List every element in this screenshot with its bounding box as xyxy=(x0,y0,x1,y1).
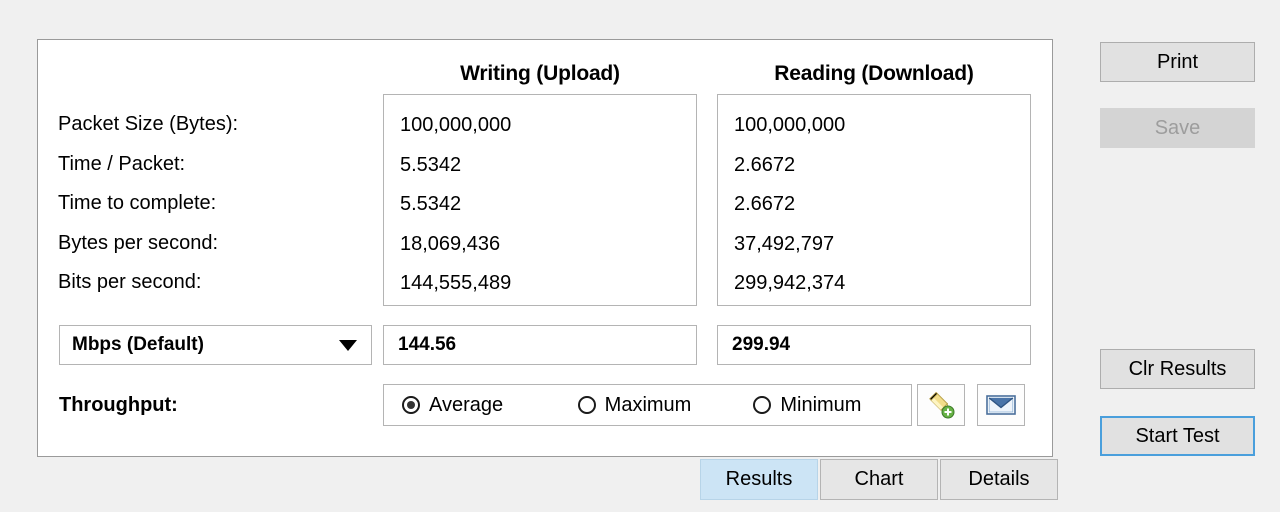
tab-details[interactable]: Details xyxy=(940,459,1058,500)
unit-select-label: Mbps (Default) xyxy=(72,334,204,355)
radio-average[interactable]: Average xyxy=(384,385,560,425)
metric-label: Time / Packet: xyxy=(58,152,186,175)
throughput-label: Throughput: xyxy=(59,394,178,416)
metric-label: Time to complete: xyxy=(58,192,217,214)
envelope-icon xyxy=(986,395,1016,415)
reading-value: 2.6672 xyxy=(734,153,796,176)
reading-value: 2.6672 xyxy=(734,193,796,215)
clear-results-button[interactable]: Clr Results xyxy=(1100,349,1255,389)
reading-value: 299,942,374 xyxy=(734,272,846,294)
reading-summary-value: 299.94 xyxy=(717,325,1031,365)
writing-summary-value: 144.56 xyxy=(383,325,697,365)
writing-value: 144,555,489 xyxy=(400,272,512,294)
chevron-down-icon xyxy=(339,339,357,351)
metric-label: Bytes per second: xyxy=(58,231,219,254)
writing-value: 18,069,436 xyxy=(400,232,501,255)
print-button[interactable]: Print xyxy=(1100,42,1255,82)
metric-label-column: Packet Size (Bytes): Time / Packet: Time… xyxy=(58,105,378,303)
writing-values-box: 100,000,000 5.5342 5.5342 18,069,436 144… xyxy=(383,94,697,306)
column-header-writing: Writing (Upload) xyxy=(460,62,620,85)
reading-values-box: 100,000,000 2.6672 2.6672 37,492,797 299… xyxy=(717,94,1031,306)
throughput-radio-group: Average Maximum Minimum xyxy=(383,384,912,426)
tab-results[interactable]: Results xyxy=(700,459,818,500)
tab-chart[interactable]: Chart xyxy=(820,459,938,500)
radio-minimum[interactable]: Minimum xyxy=(735,385,911,425)
email-button[interactable] xyxy=(977,384,1025,426)
writing-value-list: 100,000,000 5.5342 5.5342 18,069,436 144… xyxy=(400,106,690,304)
radio-label: Average xyxy=(429,393,504,416)
add-note-button[interactable] xyxy=(917,384,965,426)
results-panel: Writing (Upload) Reading (Download) Pack… xyxy=(37,39,1053,457)
pencil-add-icon xyxy=(929,391,955,419)
start-test-button[interactable]: Start Test xyxy=(1100,416,1255,456)
writing-value: 100,000,000 xyxy=(400,114,512,136)
writing-value: 5.5342 xyxy=(400,193,462,215)
radio-dot-icon xyxy=(577,396,596,414)
metric-label: Bits per second: xyxy=(58,271,202,293)
save-button: Save xyxy=(1100,108,1255,148)
radio-label: Minimum xyxy=(780,393,862,416)
radio-dot-icon xyxy=(402,396,420,414)
radio-label: Maximum xyxy=(604,393,692,416)
radio-dot-icon xyxy=(753,396,772,414)
unit-select[interactable]: Mbps (Default) xyxy=(59,325,372,365)
column-header-reading: Reading (Download) xyxy=(774,62,974,85)
metric-label: Packet Size (Bytes): xyxy=(58,113,239,135)
reading-value: 100,000,000 xyxy=(734,114,846,136)
radio-maximum[interactable]: Maximum xyxy=(560,385,736,425)
reading-value-list: 100,000,000 2.6672 2.6672 37,492,797 299… xyxy=(734,106,1024,304)
reading-value: 37,492,797 xyxy=(734,232,835,255)
tab-strip: Results Chart Details xyxy=(700,459,1058,500)
writing-value: 5.5342 xyxy=(400,153,462,176)
